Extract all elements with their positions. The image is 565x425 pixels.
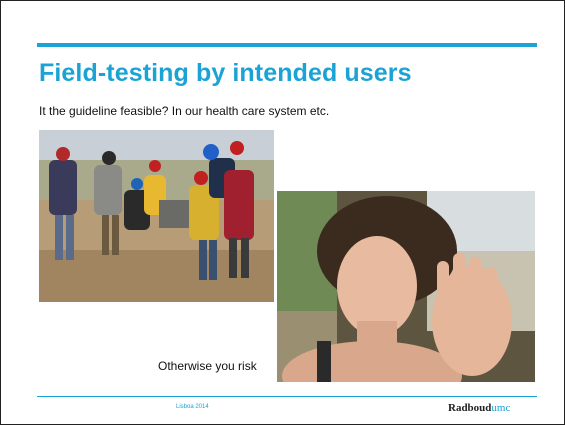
- woman-hand-raised-photo: [277, 191, 535, 382]
- footer-rule: [37, 396, 537, 397]
- slide-frame: Field-testing by intended users It the g…: [0, 0, 565, 425]
- slide-title: Field-testing by intended users: [39, 59, 412, 87]
- logo-part-radboud: Radboud: [448, 402, 492, 414]
- logo-part-umc: umc: [491, 402, 511, 414]
- title-rule: [37, 43, 537, 47]
- radboudumc-logo: Radboudumc: [448, 402, 510, 414]
- field-workers-photo: [39, 130, 274, 302]
- footer-location-date: Lisboa 2014: [176, 404, 209, 410]
- slide-subtitle: It the guideline feasible? In our health…: [39, 104, 330, 118]
- caption-text: Otherwise you risk: [158, 359, 257, 373]
